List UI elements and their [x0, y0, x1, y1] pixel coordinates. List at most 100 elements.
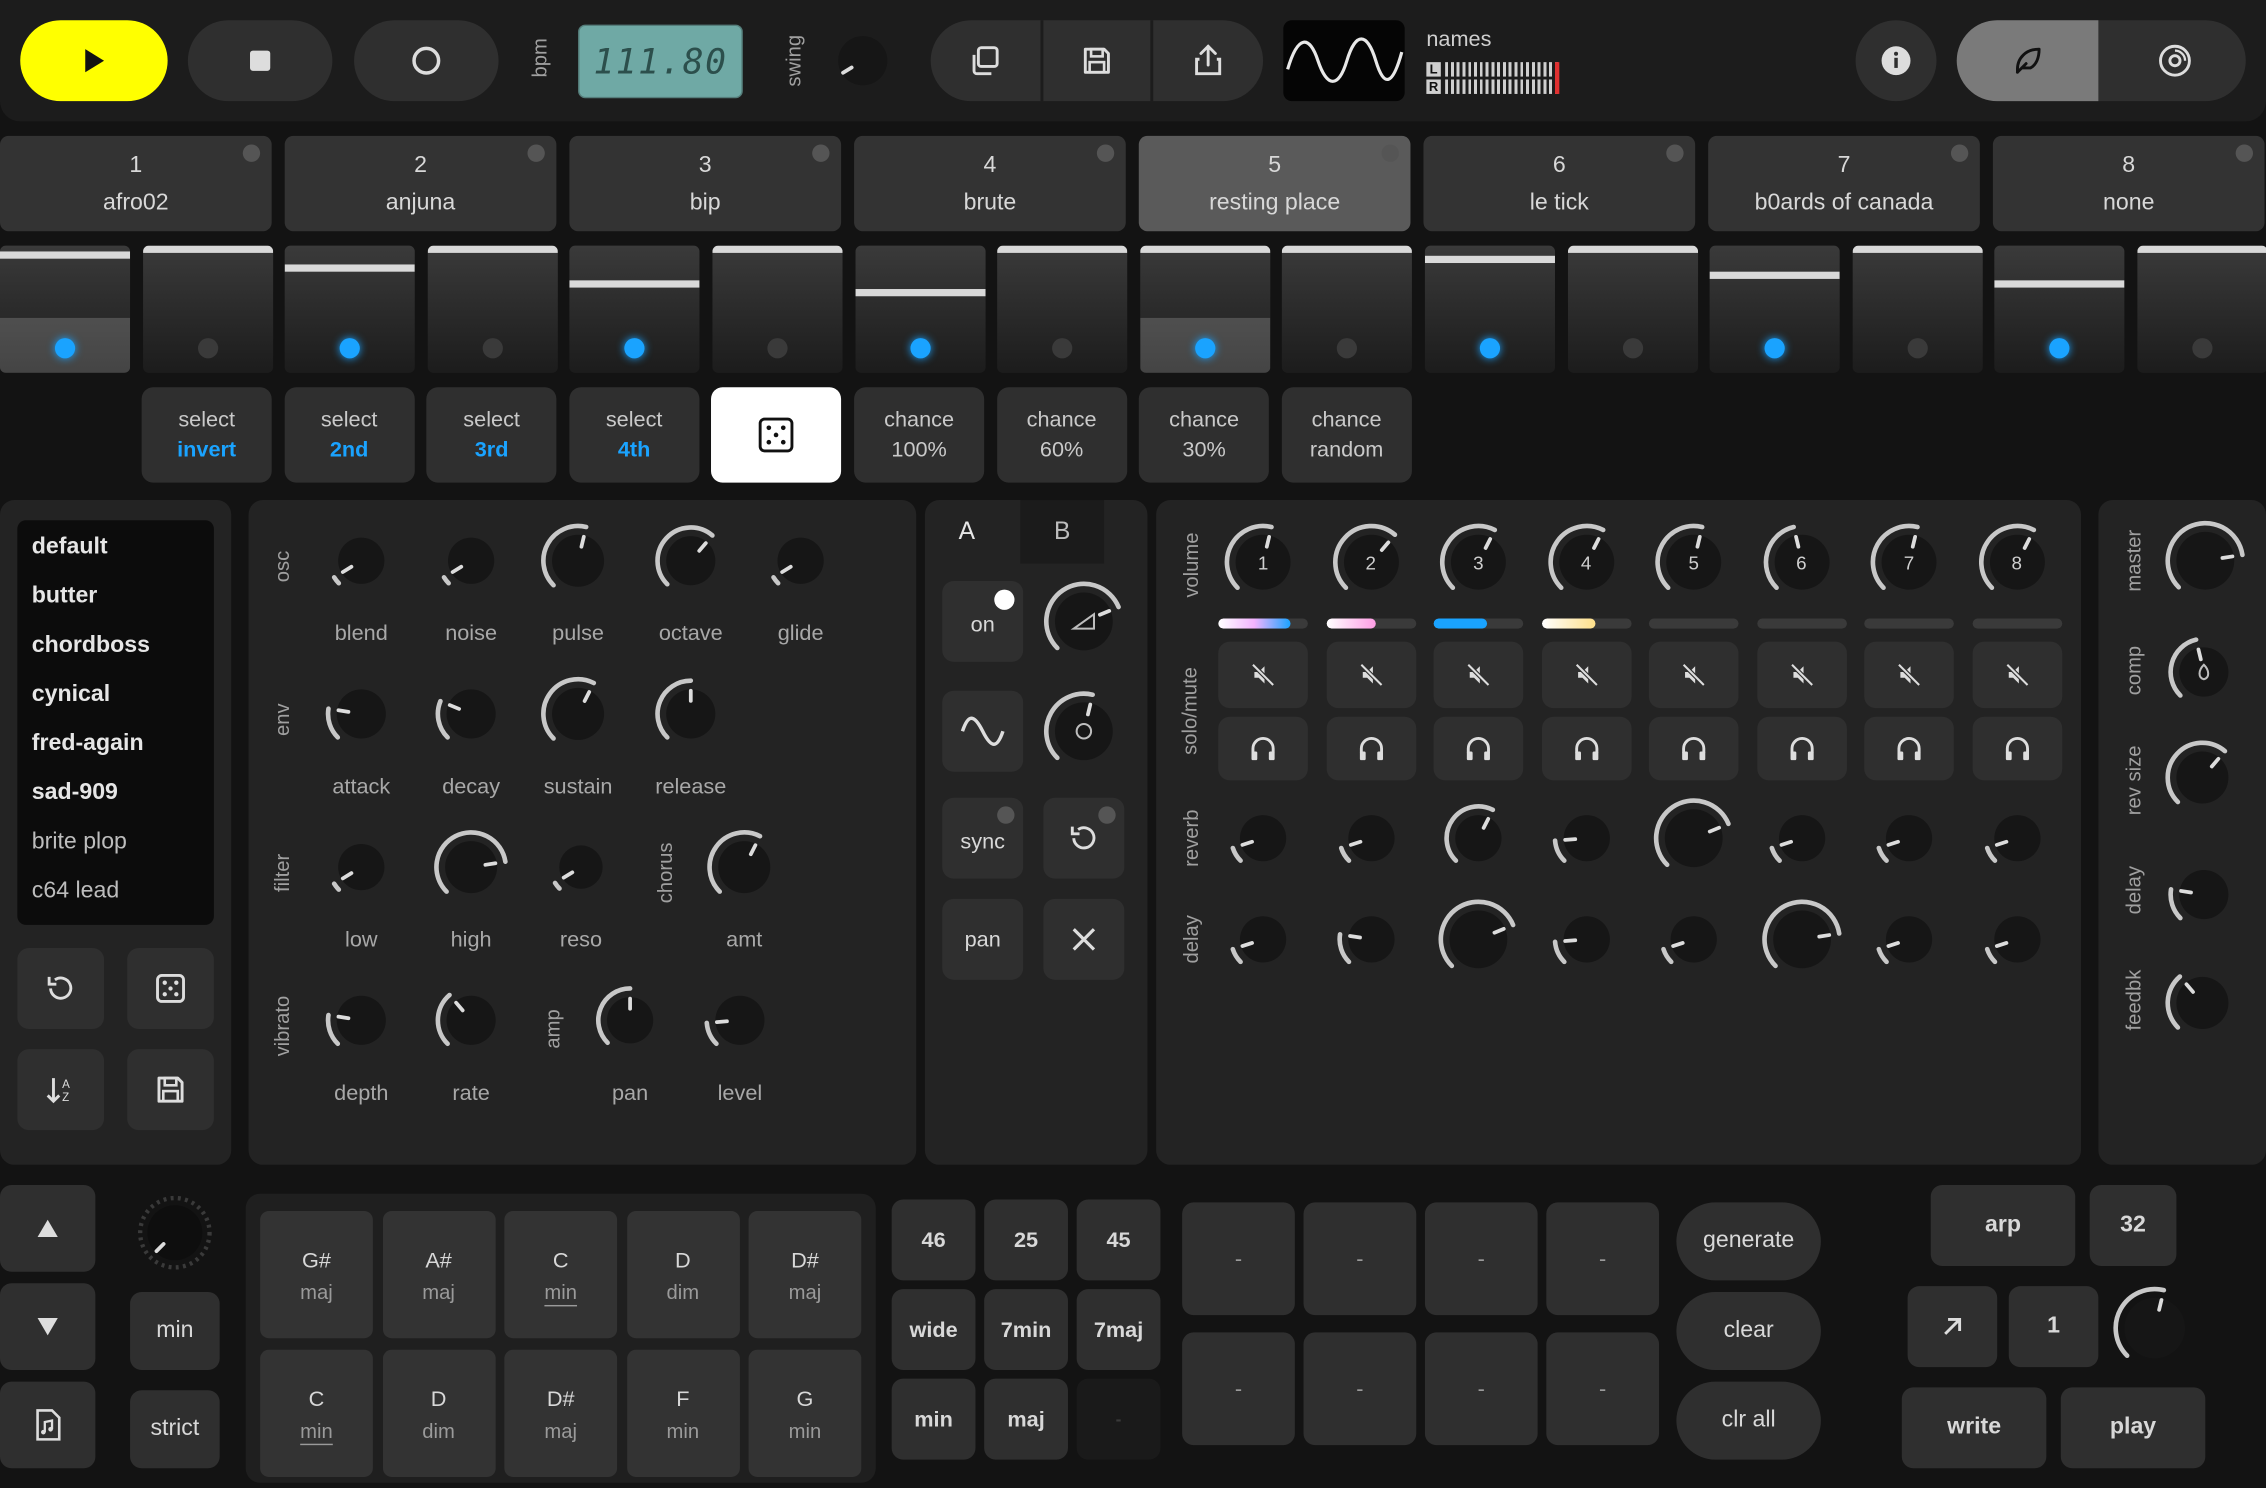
chord-pad[interactable]: D# maj: [504, 1349, 618, 1477]
chord-pad[interactable]: Ddim: [382, 1349, 495, 1477]
volume-knob[interactable]: 7: [1870, 523, 1948, 601]
duplicate-button[interactable]: [931, 20, 1041, 101]
disc-mode-button[interactable]: [2104, 20, 2246, 101]
step-pad[interactable]: [712, 245, 843, 373]
depth-knob[interactable]: [325, 984, 397, 1056]
octave-up-button[interactable]: [0, 1185, 96, 1272]
lfo-on-toggle[interactable]: on: [942, 580, 1024, 662]
mute-button[interactable]: [1756, 641, 1847, 709]
track-1-button[interactable]: 1 afro02: [0, 135, 272, 232]
clear-all-button[interactable]: clr all: [1676, 1381, 1821, 1460]
volume-knob[interactable]: 4: [1547, 523, 1625, 601]
chord-file-button[interactable]: [0, 1381, 96, 1469]
preset-item[interactable]: c64 lead: [32, 879, 119, 905]
swing-knob[interactable]: [827, 25, 899, 97]
blend-knob[interactable]: [327, 526, 396, 595]
step-pad[interactable]: [427, 245, 558, 373]
clear-button[interactable]: clear: [1676, 1291, 1821, 1371]
step-pad[interactable]: [569, 245, 701, 373]
comp-knob[interactable]: [2168, 636, 2240, 708]
reset-preset-button[interactable]: [17, 948, 105, 1029]
chord-pad[interactable]: Ddim: [626, 1211, 740, 1339]
solo-button[interactable]: [1756, 716, 1847, 781]
solo-button[interactable]: [1541, 716, 1631, 781]
preset-item[interactable]: chordboss: [32, 633, 150, 659]
chord-slot[interactable]: -: [1424, 1202, 1538, 1316]
reverb-send-knob[interactable]: [1336, 804, 1405, 873]
step-pad[interactable]: [1567, 245, 1698, 373]
step-pad[interactable]: [2137, 245, 2266, 373]
track-2-button[interactable]: 2 anjuna: [284, 135, 557, 232]
solo-button[interactable]: [1433, 716, 1524, 781]
lfo-tab-a[interactable]: A: [925, 500, 1009, 564]
preset-item[interactable]: cynical: [32, 682, 110, 708]
voicing-button[interactable]: 7maj: [1076, 1289, 1161, 1371]
release-knob[interactable]: [655, 678, 727, 750]
track-8-button[interactable]: 8 none: [1992, 135, 2265, 232]
mute-button[interactable]: [1218, 641, 1308, 709]
track-5-button[interactable]: 5 resting place: [1138, 135, 1411, 232]
mute-button[interactable]: [1648, 641, 1739, 709]
attack-knob[interactable]: [325, 678, 397, 750]
voicing-button[interactable]: 46: [891, 1199, 976, 1281]
step-pad[interactable]: [854, 245, 986, 373]
reverb-send-knob[interactable]: [1551, 804, 1620, 873]
arp-steps-button[interactable]: 32: [2089, 1185, 2177, 1266]
preset-item[interactable]: butter: [32, 584, 98, 610]
save-button[interactable]: [1043, 20, 1150, 101]
solo-button[interactable]: [1864, 716, 1954, 781]
mute-button[interactable]: [1971, 641, 2062, 709]
lfo-sync-toggle[interactable]: sync: [942, 797, 1024, 879]
step-pad[interactable]: [1994, 245, 2125, 373]
strict-button[interactable]: strict: [130, 1390, 220, 1469]
master-knob[interactable]: [2165, 520, 2246, 601]
octave-knob[interactable]: [655, 525, 727, 597]
glide-knob[interactable]: [766, 526, 835, 595]
chord-pad[interactable]: D# maj: [748, 1211, 862, 1339]
chord-pad[interactable]: Cmin: [504, 1211, 618, 1339]
solo-button[interactable]: [1218, 716, 1308, 781]
chord-slot[interactable]: -: [1182, 1332, 1295, 1446]
reverb-send-knob[interactable]: [1767, 804, 1836, 873]
volume-knob[interactable]: 8: [1978, 523, 2056, 601]
mute-button[interactable]: [1325, 641, 1416, 709]
chance-button[interactable]: chance 100%: [854, 387, 985, 483]
share-button[interactable]: [1153, 20, 1263, 101]
volume-knob[interactable]: 3: [1439, 523, 1517, 601]
chord-slot[interactable]: -: [1303, 1332, 1417, 1446]
bpm-display[interactable]: 111.80: [578, 24, 743, 99]
mute-button[interactable]: [1541, 641, 1631, 709]
rate-knob[interactable]: [435, 984, 507, 1056]
chord-slot[interactable]: -: [1546, 1332, 1660, 1446]
amt-knob[interactable]: [707, 830, 782, 905]
voicing-button[interactable]: 45: [1076, 1199, 1161, 1281]
track-7-button[interactable]: 7 b0ards of canada: [1708, 135, 1980, 232]
arp-knob[interactable]: [2113, 1286, 2197, 1370]
select-2nd-button[interactable]: select 2nd: [284, 387, 415, 483]
pulse-knob[interactable]: [540, 523, 615, 598]
chord-pad[interactable]: Cmin: [260, 1349, 373, 1477]
lfo-pan-button[interactable]: pan: [942, 898, 1024, 980]
high-knob[interactable]: [434, 830, 509, 905]
delay-send-knob[interactable]: [1761, 899, 1842, 980]
play-button[interactable]: [20, 20, 168, 102]
volume-knob[interactable]: 1: [1224, 523, 1302, 601]
step-pad[interactable]: [0, 245, 131, 373]
reverb-send-knob[interactable]: [1874, 804, 1943, 873]
rev-size-knob[interactable]: [2165, 740, 2240, 815]
lfo-clear-button[interactable]: [1043, 898, 1125, 980]
scale-min-button[interactable]: min: [130, 1291, 220, 1371]
lfo-ramp-knob[interactable]: [1043, 581, 1124, 662]
voicing-button[interactable]: wide: [891, 1289, 976, 1371]
step-pad[interactable]: [284, 245, 416, 373]
lfo-shape-button[interactable]: [942, 690, 1024, 772]
step-pad[interactable]: [997, 245, 1128, 373]
voicing-button[interactable]: 25: [984, 1199, 1068, 1281]
reso-knob[interactable]: [548, 834, 614, 900]
step-pad[interactable]: [142, 245, 273, 373]
step-pad[interactable]: [1709, 245, 1840, 373]
track-6-button[interactable]: 6 le tick: [1423, 135, 1696, 232]
chord-pad[interactable]: Gmin: [748, 1349, 862, 1477]
randomize-steps-button[interactable]: [711, 387, 842, 483]
noise-knob[interactable]: [436, 526, 505, 595]
